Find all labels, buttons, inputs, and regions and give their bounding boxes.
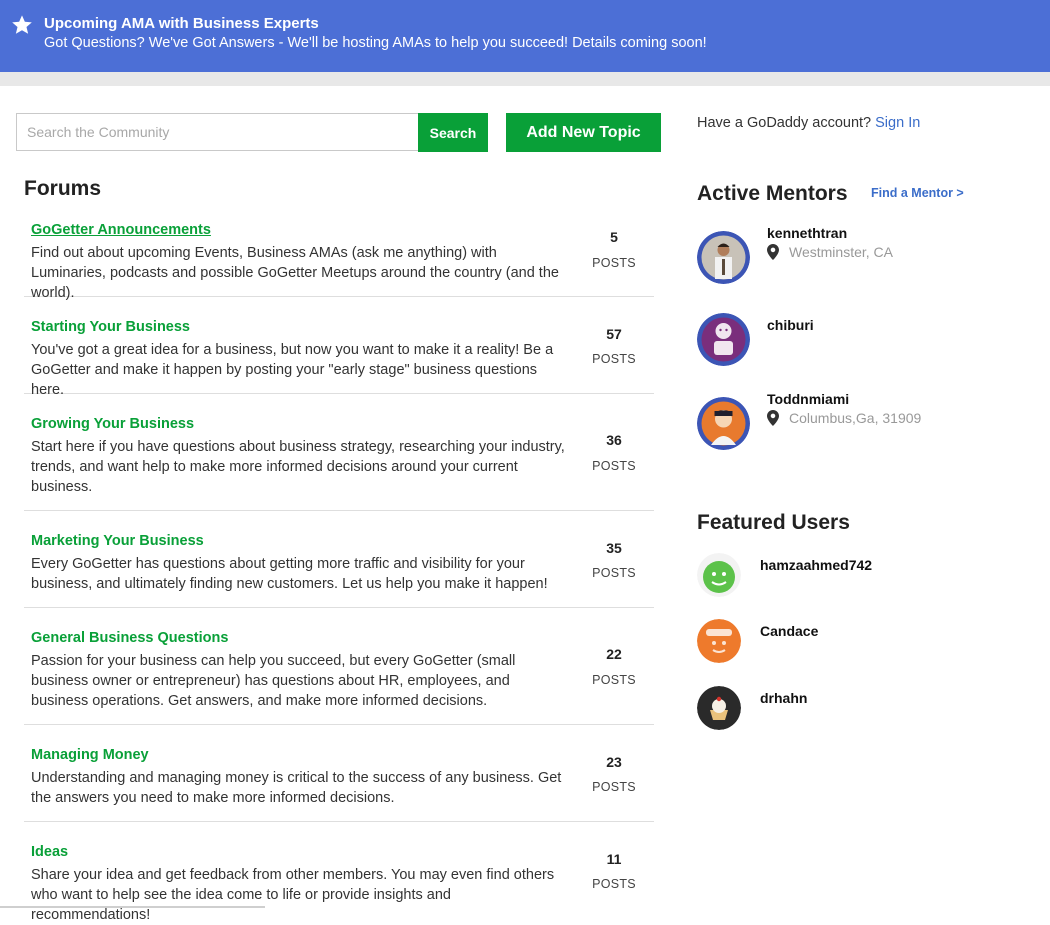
avatar-image bbox=[697, 397, 750, 450]
banner-text: Got Questions? We've Got Answers - We'll… bbox=[44, 35, 707, 51]
mentor-location-text: Columbus,Ga, 31909 bbox=[789, 410, 922, 426]
search-input[interactable] bbox=[17, 114, 418, 150]
forum-description: Understanding and managing money is crit… bbox=[31, 770, 562, 806]
forum-post-count: 23 bbox=[606, 754, 622, 770]
avatar-toddnmiami[interactable] bbox=[697, 397, 750, 450]
avatar-image bbox=[697, 686, 741, 730]
forum-post-count: 11 bbox=[606, 851, 622, 867]
star-icon bbox=[12, 15, 32, 34]
forum-title-link[interactable]: GoGetter Announcements bbox=[31, 222, 211, 238]
mentor-location-text: Westminster, CA bbox=[789, 244, 893, 260]
forum-description: Share your idea and get feedback from ot… bbox=[31, 867, 555, 923]
sign-in-link[interactable]: Sign In bbox=[875, 115, 920, 131]
featured-users-heading: Featured Users bbox=[697, 511, 850, 534]
forum-post-count: 22 bbox=[606, 646, 622, 662]
banner-title: Upcoming AMA with Business Experts bbox=[44, 15, 319, 32]
avatar-kennethtran[interactable] bbox=[697, 231, 750, 284]
account-prompt: Have a GoDaddy account? Sign In bbox=[697, 115, 920, 131]
avatar-image bbox=[697, 553, 741, 597]
forum-post-label: POSTS bbox=[592, 780, 636, 794]
forum-post-label: POSTS bbox=[592, 256, 636, 270]
avatar-chiburi[interactable] bbox=[697, 313, 750, 366]
active-mentors-heading: Active Mentors bbox=[697, 182, 848, 205]
location-pin-icon bbox=[767, 410, 779, 426]
forum-item: Starting Your Business You've got a grea… bbox=[24, 297, 654, 398]
forum-item: General Business Questions Passion for y… bbox=[24, 608, 654, 725]
forum-title-link[interactable]: General Business Questions bbox=[31, 630, 228, 646]
announcement-banner: Upcoming AMA with Business Experts Got Q… bbox=[0, 0, 1050, 72]
forum-description: Every GoGetter has questions about getti… bbox=[31, 556, 548, 592]
search-field[interactable] bbox=[16, 113, 418, 151]
avatar-candace[interactable] bbox=[697, 619, 741, 663]
forum-item: Managing Money Understanding and managin… bbox=[24, 725, 654, 822]
forum-title-link[interactable]: Starting Your Business bbox=[31, 319, 190, 335]
mentor-name[interactable]: Toddnmiami bbox=[767, 391, 849, 407]
avatar-image bbox=[697, 313, 750, 366]
banner-divider bbox=[0, 72, 1050, 86]
forum-item: Ideas Share your idea and get feedback f… bbox=[24, 822, 654, 923]
featured-user-name[interactable]: drhahn bbox=[760, 690, 807, 706]
forum-post-count: 36 bbox=[606, 432, 622, 448]
forum-post-label: POSTS bbox=[592, 566, 636, 580]
forum-item: Growing Your Business Start here if you … bbox=[24, 394, 654, 511]
forum-post-count: 57 bbox=[606, 326, 622, 342]
forum-description: Passion for your business can help you s… bbox=[31, 653, 516, 709]
mentor-location: Westminster, CA bbox=[767, 244, 893, 260]
avatar-image bbox=[697, 619, 741, 663]
forum-description: Start here if you have questions about b… bbox=[31, 439, 565, 495]
search-button[interactable]: Search bbox=[418, 113, 488, 152]
forum-title-link[interactable]: Growing Your Business bbox=[31, 416, 194, 432]
account-prompt-text: Have a GoDaddy account? bbox=[697, 115, 872, 131]
location-pin-icon bbox=[767, 244, 779, 260]
forum-description: You've got a great idea for a business, … bbox=[31, 342, 554, 398]
featured-user-name[interactable]: hamzaahmed742 bbox=[760, 557, 872, 573]
forum-post-label: POSTS bbox=[592, 352, 636, 366]
forum-description: Find out about upcoming Events, Business… bbox=[31, 245, 559, 301]
forum-post-count: 5 bbox=[610, 229, 618, 245]
forum-item: Marketing Your Business Every GoGetter h… bbox=[24, 511, 654, 608]
forums-heading: Forums bbox=[24, 177, 102, 200]
forum-post-label: POSTS bbox=[592, 459, 636, 473]
mentor-name[interactable]: chiburi bbox=[767, 317, 814, 333]
forum-title-link[interactable]: Marketing Your Business bbox=[31, 533, 204, 549]
find-a-mentor-link[interactable]: Find a Mentor > bbox=[871, 186, 964, 200]
forum-post-count: 35 bbox=[606, 540, 622, 556]
forum-title-link[interactable]: Managing Money bbox=[31, 747, 149, 763]
forum-post-label: POSTS bbox=[592, 877, 636, 891]
avatar-hamzaahmed742[interactable] bbox=[697, 553, 741, 597]
forum-item: GoGetter Announcements Find out about up… bbox=[24, 210, 654, 301]
featured-user-name[interactable]: Candace bbox=[760, 623, 818, 639]
mentor-name[interactable]: kennethtran bbox=[767, 225, 847, 241]
forum-post-label: POSTS bbox=[592, 673, 636, 687]
avatar-image bbox=[697, 231, 750, 284]
avatar-drhahn[interactable] bbox=[697, 686, 741, 730]
forum-title-link[interactable]: Ideas bbox=[31, 844, 68, 860]
add-new-topic-button[interactable]: Add New Topic bbox=[506, 113, 661, 152]
mentor-location: Columbus,Ga, 31909 bbox=[767, 410, 921, 426]
